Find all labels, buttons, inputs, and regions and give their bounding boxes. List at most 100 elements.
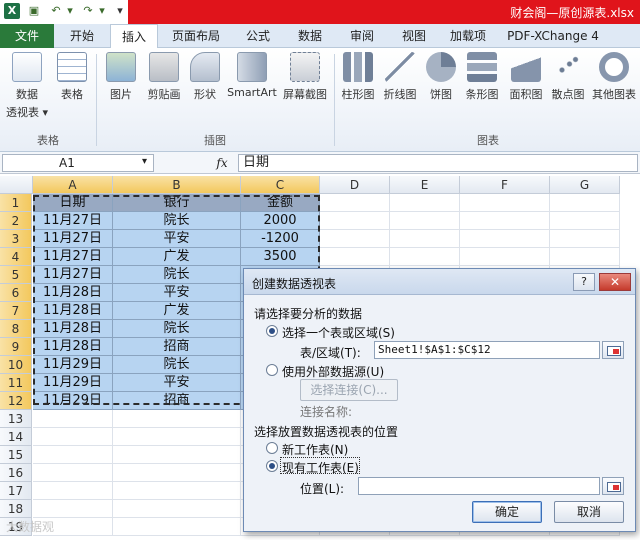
row-header-5[interactable]: 5 — [0, 266, 32, 284]
cell-b15[interactable] — [113, 446, 241, 464]
tab-review[interactable]: 审阅 — [338, 24, 386, 48]
row-header-13[interactable]: 13 — [0, 410, 32, 428]
column-header-a[interactable]: A — [33, 176, 113, 194]
line-chart-button[interactable]: 折线图 — [380, 52, 420, 102]
cell-a3[interactable]: 11月27日 — [33, 230, 113, 248]
shapes-button[interactable]: 形状 — [188, 52, 222, 102]
cell-b11[interactable]: 平安 — [113, 374, 241, 392]
cell-g4[interactable] — [550, 248, 620, 266]
row-header-2[interactable]: 2 — [0, 212, 32, 230]
radio-new-worksheet[interactable] — [266, 442, 278, 454]
cell-a6[interactable]: 11月28日 — [33, 284, 113, 302]
undo-dropdown-icon[interactable]: ▾ — [62, 3, 78, 19]
cell-a17[interactable] — [33, 482, 113, 500]
smartart-button[interactable]: SmartArt — [226, 52, 278, 99]
row-header-3[interactable]: 3 — [0, 230, 32, 248]
cell-g3[interactable] — [550, 230, 620, 248]
tab-page-layout[interactable]: 页面布局 — [162, 24, 230, 48]
select-all-corner[interactable] — [0, 176, 33, 194]
tab-addins[interactable]: 加载项 — [442, 24, 494, 48]
cell-a11[interactable]: 11月29日 — [33, 374, 113, 392]
radio-select-range[interactable] — [266, 325, 278, 337]
pie-chart-button[interactable]: 饼图 — [424, 52, 458, 102]
radio-external-source-label[interactable]: 使用外部数据源(U) — [282, 363, 384, 380]
cell-a2[interactable]: 11月27日 — [33, 212, 113, 230]
close-button[interactable]: ✕ — [599, 273, 631, 291]
cell-b6[interactable]: 平安 — [113, 284, 241, 302]
cell-a14[interactable] — [33, 428, 113, 446]
cell-d3[interactable] — [320, 230, 390, 248]
cell-d1[interactable] — [320, 194, 390, 212]
cell-a1[interactable]: 日期 — [33, 194, 113, 212]
row-header-4[interactable]: 4 — [0, 248, 32, 266]
formula-input[interactable]: 日期 — [238, 154, 638, 172]
tab-formulas[interactable]: 公式 — [234, 24, 282, 48]
cell-a9[interactable]: 11月28日 — [33, 338, 113, 356]
cell-g1[interactable] — [550, 194, 620, 212]
name-box[interactable]: A1 — [2, 154, 154, 172]
radio-new-worksheet-label[interactable]: 新工作表(N) — [282, 441, 348, 458]
row-header-14[interactable]: 14 — [0, 428, 32, 446]
row-header-18[interactable]: 18 — [0, 500, 32, 518]
cell-c2[interactable]: 2000 — [241, 212, 320, 230]
row-header-16[interactable]: 16 — [0, 464, 32, 482]
dialog-title-bar[interactable]: 创建数据透视表 ? ✕ — [244, 269, 635, 295]
cell-a16[interactable] — [33, 464, 113, 482]
tab-pdf-xchange[interactable]: PDF-XChange 4 — [498, 24, 608, 48]
cell-f2[interactable] — [460, 212, 550, 230]
cell-b16[interactable] — [113, 464, 241, 482]
cell-g2[interactable] — [550, 212, 620, 230]
cell-a18[interactable] — [33, 500, 113, 518]
row-header-17[interactable]: 17 — [0, 482, 32, 500]
cell-f1[interactable] — [460, 194, 550, 212]
cell-b13[interactable] — [113, 410, 241, 428]
cell-b18[interactable] — [113, 500, 241, 518]
screenshot-button[interactable]: 屏幕截图 — [282, 52, 328, 102]
cell-a7[interactable]: 11月28日 — [33, 302, 113, 320]
picture-button[interactable]: 图片 — [102, 52, 140, 102]
radio-existing-worksheet[interactable] — [266, 460, 278, 472]
row-header-8[interactable]: 8 — [0, 320, 32, 338]
choose-connection-button[interactable]: 选择连接(C)... — [300, 379, 398, 401]
cell-c1[interactable]: 金额 — [241, 194, 320, 212]
column-header-c[interactable]: C — [241, 176, 320, 194]
cell-c4[interactable]: 3500 — [241, 248, 320, 266]
tab-insert[interactable]: 插入 — [110, 24, 158, 49]
cell-b10[interactable]: 院长 — [113, 356, 241, 374]
cell-f4[interactable] — [460, 248, 550, 266]
column-header-b[interactable]: B — [113, 176, 241, 194]
cell-f3[interactable] — [460, 230, 550, 248]
column-header-g[interactable]: G — [550, 176, 620, 194]
column-header-d[interactable]: D — [320, 176, 390, 194]
cell-d4[interactable] — [320, 248, 390, 266]
cell-b5[interactable]: 院长 — [113, 266, 241, 284]
column-chart-button[interactable]: 柱形图 — [338, 52, 378, 102]
customize-toolbar-icon[interactable]: ▾ — [112, 3, 128, 19]
location-input[interactable] — [358, 477, 600, 495]
radio-external-source[interactable] — [266, 364, 278, 376]
tab-data[interactable]: 数据 — [286, 24, 334, 48]
cell-b2[interactable]: 院长 — [113, 212, 241, 230]
cell-e2[interactable] — [390, 212, 460, 230]
cell-a10[interactable]: 11月29日 — [33, 356, 113, 374]
name-box-dropdown-icon[interactable]: ▾ — [142, 156, 147, 167]
bar-chart-button[interactable]: 条形图 — [462, 52, 502, 102]
cell-b8[interactable]: 院长 — [113, 320, 241, 338]
area-chart-button[interactable]: 面积图 — [506, 52, 546, 102]
cell-b14[interactable] — [113, 428, 241, 446]
other-charts-button[interactable]: 其他图表 — [590, 52, 638, 102]
row-header-9[interactable]: 9 — [0, 338, 32, 356]
cell-b4[interactable]: 广发 — [113, 248, 241, 266]
tab-view[interactable]: 视图 — [390, 24, 438, 48]
row-header-12[interactable]: 12 — [0, 392, 32, 410]
cell-a12[interactable]: 11月29日 — [33, 392, 113, 410]
scatter-chart-button[interactable]: 散点图 — [548, 52, 588, 102]
cell-b7[interactable]: 广发 — [113, 302, 241, 320]
radio-select-range-label[interactable]: 选择一个表或区域(S) — [282, 324, 395, 341]
radio-existing-worksheet-label[interactable]: 现有工作表(E) — [282, 459, 359, 476]
cell-a4[interactable]: 11月27日 — [33, 248, 113, 266]
cell-d2[interactable] — [320, 212, 390, 230]
row-header-1[interactable]: 1 — [0, 194, 32, 212]
insert-function-icon[interactable]: fx — [210, 154, 234, 172]
cell-e4[interactable] — [390, 248, 460, 266]
